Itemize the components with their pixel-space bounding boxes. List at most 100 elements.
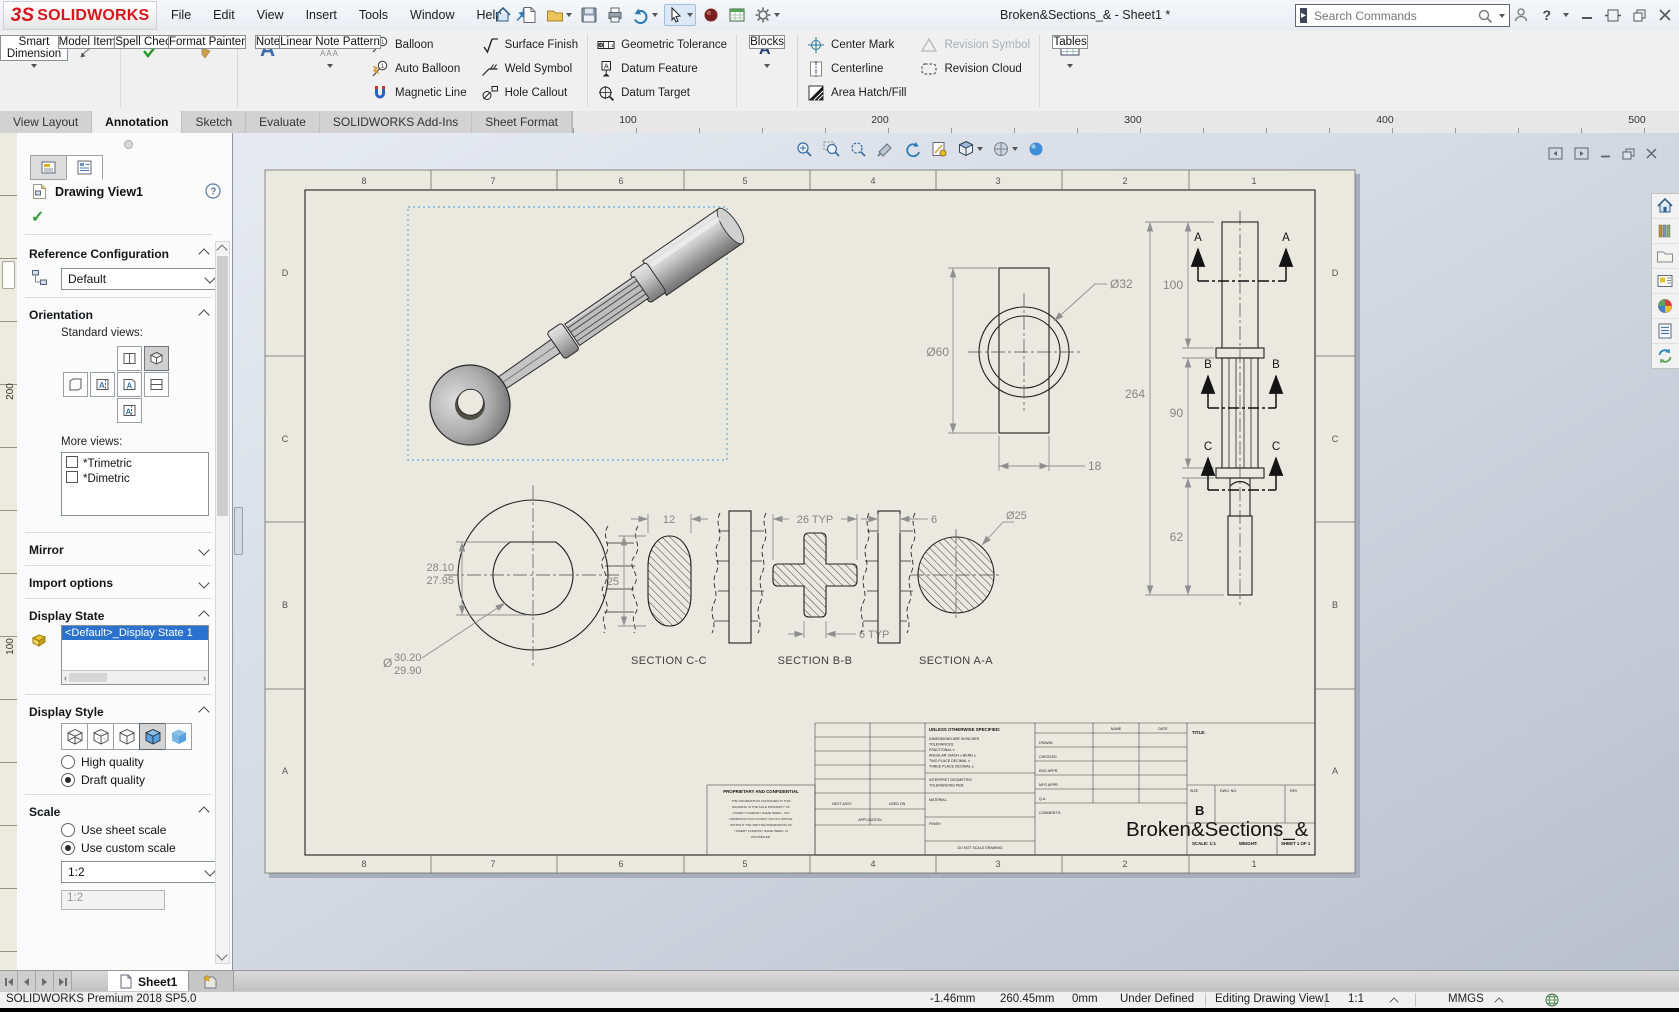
- shaded-button[interactable]: [165, 723, 192, 750]
- checkbox-icon[interactable]: [66, 456, 78, 468]
- tab-solidworks-add-ins[interactable]: SOLIDWORKS Add-Ins: [320, 111, 472, 133]
- display-state-item-selected[interactable]: <Default>_Display State 1: [62, 626, 208, 640]
- add-sheet-tab[interactable]: [189, 971, 234, 992]
- scroll-thumb[interactable]: [69, 673, 107, 682]
- hole-callout-button[interactable]: Hole Callout: [481, 81, 579, 105]
- edit-sheet-format-icon[interactable]: [930, 140, 948, 158]
- svg-text:30.20[interactable]: 30.20: [394, 652, 422, 664]
- tab-view-layout[interactable]: View Layout: [0, 111, 92, 133]
- tab-feature-manager[interactable]: [30, 155, 67, 180]
- scroll-thumb[interactable]: [217, 256, 228, 516]
- new-document-button[interactable]: [518, 5, 540, 25]
- tab-annotation[interactable]: Annotation: [92, 111, 182, 133]
- tab-property-manager[interactable]: [66, 155, 103, 180]
- balloon-button[interactable]: 1Balloon: [371, 33, 467, 57]
- panel-scrollbar[interactable]: [215, 241, 230, 964]
- dock-window-button[interactable]: [1605, 9, 1621, 22]
- last-sheet-button[interactable]: [54, 971, 72, 992]
- use-custom-scale-radio[interactable]: Use custom scale: [61, 841, 176, 855]
- previous-window-icon[interactable]: [1548, 147, 1563, 160]
- svg-text:26 TYP[interactable]: 26 TYP: [797, 514, 834, 526]
- minimize-button[interactable]: [1581, 9, 1593, 21]
- svg-text:Ø25[interactable]: Ø25: [1006, 510, 1027, 522]
- restore-document-icon[interactable]: [1622, 148, 1635, 160]
- draft-quality-radio[interactable]: Draft quality: [61, 773, 145, 787]
- smart-dimension-flyout-caret[interactable]: [31, 64, 37, 68]
- view-option-dimetric[interactable]: *Dimetric: [62, 470, 208, 485]
- display-state-listbox[interactable]: <Default>_Display State 1 ‹›: [61, 625, 209, 685]
- view-right-button[interactable]: A: [117, 372, 142, 397]
- more-views-listbox[interactable]: *Trimetric *Dimetric: [61, 452, 209, 516]
- drawing-viewport[interactable]: 8 7 6 5 4 3 2 1 8 7 6 5 4 3 2 1 D: [242, 133, 1652, 970]
- custom-properties-button[interactable]: [1652, 319, 1678, 344]
- help-dropdown-caret[interactable]: [1563, 13, 1569, 17]
- linear-note-pattern-button[interactable]: AAAAAA Linear Note Pattern: [296, 30, 364, 111]
- rotate-view-icon[interactable]: [903, 140, 921, 158]
- first-sheet-button[interactable]: [0, 971, 18, 992]
- menu-view[interactable]: View: [246, 0, 295, 30]
- svg-text:90[interactable]: 90: [1170, 406, 1184, 420]
- help-icon[interactable]: ?: [205, 183, 221, 199]
- scale-select[interactable]: 1:2: [61, 861, 221, 883]
- menu-file[interactable]: File: [160, 0, 202, 30]
- options-button[interactable]: [752, 5, 782, 25]
- accept-check-button[interactable]: ✓: [31, 207, 44, 227]
- sheet1-tab[interactable]: Sheet1: [108, 971, 189, 992]
- section-view-icon[interactable]: [876, 140, 894, 158]
- svg-text:12[interactable]: 12: [663, 514, 675, 526]
- view-front-back-button[interactable]: [117, 346, 142, 371]
- user-account-icon[interactable]: [1512, 6, 1530, 24]
- search-scope-icon[interactable]: ▸: [1300, 8, 1307, 23]
- area-hatch-fill-button[interactable]: Area Hatch/Fill: [807, 81, 906, 105]
- view-palette-button[interactable]: [1652, 269, 1678, 294]
- radio-icon[interactable]: [61, 841, 75, 855]
- use-sheet-scale-radio[interactable]: Use sheet scale: [61, 823, 166, 837]
- panel-drag-handle[interactable]: [124, 140, 133, 149]
- view-top-bottom-button[interactable]: [144, 372, 169, 397]
- revision-symbol-button[interactable]: Revision Symbol: [920, 33, 1030, 57]
- svg-text:Ø60[interactable]: Ø60: [926, 345, 949, 359]
- view-plain-button[interactable]: [63, 372, 88, 397]
- centerline-button[interactable]: Centerline: [807, 57, 906, 81]
- shaded-with-edges-button[interactable]: [139, 723, 166, 750]
- surface-finish-button[interactable]: Surface Finish: [481, 33, 579, 57]
- custom-scale-input[interactable]: 1:2: [61, 890, 165, 910]
- undo-button[interactable]: [630, 5, 660, 25]
- close-icon[interactable]: [1659, 9, 1671, 21]
- search-commands-box[interactable]: ▸: [1295, 4, 1510, 27]
- open-button[interactable]: [544, 5, 574, 25]
- section-mirror[interactable]: Mirror: [29, 540, 208, 560]
- sheet-scale-status[interactable]: 1:1: [1348, 993, 1364, 1005]
- checkbox-icon[interactable]: [66, 471, 78, 483]
- view-back-button[interactable]: A: [117, 398, 142, 423]
- section-import-options[interactable]: Import options: [29, 573, 208, 593]
- section-scale[interactable]: Scale: [29, 802, 208, 822]
- section-orientation[interactable]: Orientation: [29, 305, 208, 325]
- blocks-button[interactable]: A Blocks: [739, 30, 795, 111]
- scroll-left-arrow[interactable]: ‹: [64, 673, 67, 683]
- display-settings-icon[interactable]: [992, 140, 1010, 158]
- view-orientation-caret[interactable]: [977, 147, 983, 151]
- magnetic-line-button[interactable]: Magnetic Line: [371, 81, 467, 105]
- svg-text:25[interactable]: 25: [607, 576, 619, 588]
- appearance-button[interactable]: [700, 5, 722, 25]
- view-orientation-icon[interactable]: [957, 140, 975, 158]
- linear-note-pattern-flyout-caret[interactable]: [327, 64, 333, 68]
- hidden-lines-visible-button[interactable]: [87, 723, 114, 750]
- home-button[interactable]: [492, 5, 514, 25]
- view-isometric-button[interactable]: [144, 346, 169, 371]
- save-button[interactable]: [578, 5, 600, 25]
- select-pointer-button[interactable]: [664, 4, 696, 26]
- svg-text:62[interactable]: 62: [1170, 530, 1184, 544]
- panel-splitter-handle[interactable]: [234, 507, 243, 555]
- model-items-button[interactable]: Model Items: [62, 30, 118, 111]
- previous-sheet-button[interactable]: [18, 971, 36, 992]
- next-window-icon[interactable]: [1574, 147, 1589, 160]
- scroll-up-arrow[interactable]: [216, 244, 227, 255]
- realview-icon[interactable]: [1027, 140, 1045, 158]
- tables-flyout-caret[interactable]: [1067, 64, 1073, 68]
- radio-icon[interactable]: [61, 773, 75, 787]
- view-left-button[interactable]: A: [90, 372, 115, 397]
- svg-text:6 TYP[interactable]: 6 TYP: [859, 629, 889, 641]
- appearances-scenes-button[interactable]: [1652, 294, 1678, 319]
